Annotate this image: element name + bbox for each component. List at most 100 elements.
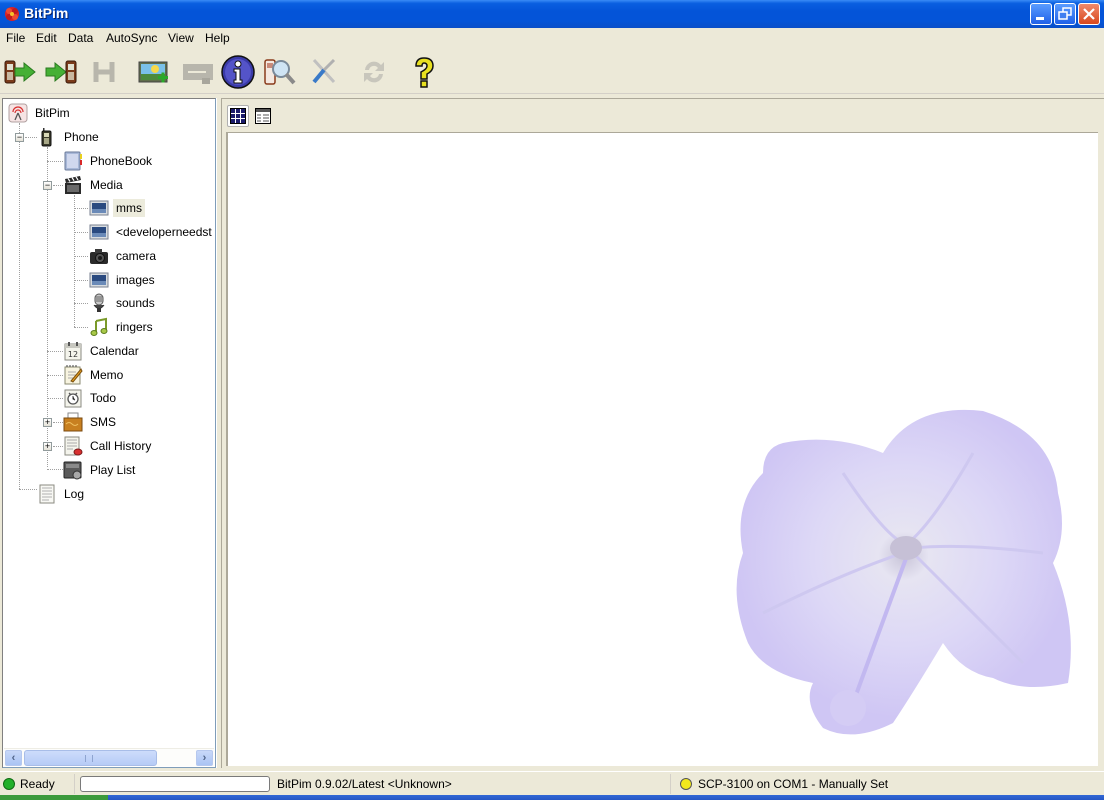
add-image-icon — [138, 61, 168, 83]
sms-mailbox-icon — [63, 412, 83, 432]
menu-edit[interactable]: Edit — [36, 31, 57, 45]
menu-help[interactable]: Help — [205, 31, 230, 45]
tree-label: PhoneBook — [90, 154, 153, 168]
collapse-phone-toggle[interactable]: − — [15, 133, 24, 142]
tree-item-images[interactable]: images — [89, 269, 158, 291]
tree-label: SMS — [90, 415, 117, 429]
help-button[interactable] — [406, 54, 442, 90]
tree-label: Call History — [90, 439, 152, 453]
minimize-button[interactable] — [1030, 3, 1052, 25]
tree-pane[interactable]: − − + + BitPim Phone PhoneBook Media mms… — [2, 98, 216, 768]
refresh-button[interactable] — [356, 54, 392, 90]
restore-button[interactable] — [1054, 3, 1076, 25]
tree-line — [74, 195, 75, 327]
menu-autosync[interactable]: AutoSync — [106, 31, 157, 45]
tree-label: camera — [116, 249, 157, 263]
tree-item-camera[interactable]: camera — [89, 245, 159, 267]
detect-phone-button[interactable] — [262, 54, 298, 90]
get-from-phone-button[interactable] — [2, 54, 38, 90]
hibiscus-watermark — [736, 409, 1071, 735]
image-folder-icon — [89, 200, 109, 216]
detect-phone-icon — [264, 59, 296, 85]
tree-item-ringers[interactable]: ringers — [89, 316, 156, 338]
menu-file[interactable]: File — [6, 31, 25, 45]
tree-item-phone[interactable]: Phone — [37, 126, 102, 148]
menu-bar: File Edit Data AutoSync View Help — [0, 28, 1104, 48]
tree-label: images — [116, 273, 155, 287]
call-history-icon — [64, 436, 83, 456]
tree-line — [47, 351, 63, 352]
image-folder-icon — [89, 272, 109, 288]
tree-item-todo[interactable]: Todo — [63, 387, 119, 409]
delete-button[interactable] — [180, 54, 216, 90]
tree-item-phonebook[interactable]: PhoneBook — [63, 150, 155, 172]
camera-icon — [90, 249, 108, 264]
memo-pencil-icon — [64, 365, 83, 385]
menu-data[interactable]: Data — [68, 31, 93, 45]
tree-item-call-history[interactable]: Call History — [63, 435, 154, 457]
close-button[interactable] — [1078, 3, 1100, 25]
tree-item-developerneedst[interactable]: <developerneedst — [89, 221, 215, 243]
calendar-icon: 12 — [64, 342, 82, 361]
image-folder-icon — [89, 224, 109, 240]
scroll-right-button[interactable]: › — [196, 750, 213, 766]
version-text: BitPim 0.9.02/Latest <Unknown> — [277, 777, 452, 791]
tree-item-log[interactable]: Log — [37, 483, 87, 505]
tree-item-calendar[interactable]: 12 Calendar — [63, 340, 142, 362]
status-text: Ready — [20, 777, 55, 791]
list-view-button[interactable] — [252, 105, 274, 127]
title-bar[interactable]: BitPim — [0, 0, 1104, 28]
phone-connection-text: SCP-3100 on COM1 - Manually Set — [698, 777, 889, 791]
tree-item-mms[interactable]: mms — [89, 197, 145, 219]
tree-item-memo[interactable]: Memo — [63, 364, 126, 386]
svg-text:12: 12 — [68, 350, 78, 359]
collapse-media-toggle[interactable]: − — [43, 181, 52, 190]
expand-sms-toggle[interactable]: + — [43, 418, 52, 427]
tree-label: Phone — [64, 130, 99, 144]
restore-icon — [1058, 7, 1072, 20]
tree-line — [53, 446, 63, 447]
microphone-icon — [93, 293, 105, 312]
tree-item-sounds[interactable]: sounds — [89, 292, 158, 314]
tree-item-media[interactable]: Media — [63, 174, 126, 196]
tree-line — [74, 256, 88, 257]
media-icon-view[interactable] — [226, 132, 1098, 766]
tree-horizontal-scrollbar[interactable]: ‹ › — [4, 748, 214, 766]
tree-label: Calendar — [90, 344, 139, 358]
add-image-button[interactable] — [136, 54, 172, 90]
history-button[interactable] — [86, 54, 122, 90]
bitpim-app-icon — [5, 7, 19, 21]
phone-status-led-icon — [680, 778, 692, 790]
phonebook-icon — [64, 151, 82, 171]
start-button-edge — [0, 795, 108, 800]
status-bar: Ready BitPim 0.9.02/Latest <Unknown> SCP… — [0, 771, 1104, 795]
status-divider — [670, 774, 671, 794]
expand-call-history-toggle[interactable]: + — [43, 442, 52, 451]
tree-item-play-list[interactable]: Play List — [63, 459, 138, 481]
bitpim-antenna-icon — [8, 103, 28, 123]
tree-line — [47, 398, 63, 399]
settings-tools-icon — [312, 58, 336, 84]
send-to-phone-icon — [45, 60, 77, 84]
window-title: BitPim — [24, 5, 69, 21]
send-to-phone-button[interactable] — [44, 54, 80, 90]
status-divider — [74, 774, 75, 794]
icon-view-button[interactable] — [227, 105, 249, 127]
tree-line — [19, 123, 20, 489]
scroll-grip — [85, 755, 93, 762]
tree-line — [53, 185, 63, 186]
menu-view[interactable]: View — [168, 31, 194, 45]
info-icon — [221, 55, 255, 89]
scroll-left-button[interactable]: ‹ — [5, 750, 22, 766]
tree-label: sounds — [116, 296, 155, 310]
settings-tools-button[interactable] — [306, 54, 342, 90]
tree-item-bitpim[interactable]: BitPim — [8, 102, 73, 124]
tree-line — [47, 375, 63, 376]
scroll-thumb[interactable] — [24, 750, 157, 766]
info-button[interactable] — [220, 54, 256, 90]
refresh-icon — [364, 61, 384, 83]
tree-item-sms[interactable]: SMS — [63, 411, 119, 433]
tree-label: Play List — [90, 463, 136, 477]
toolbar — [0, 50, 1104, 94]
history-icon — [93, 62, 115, 82]
